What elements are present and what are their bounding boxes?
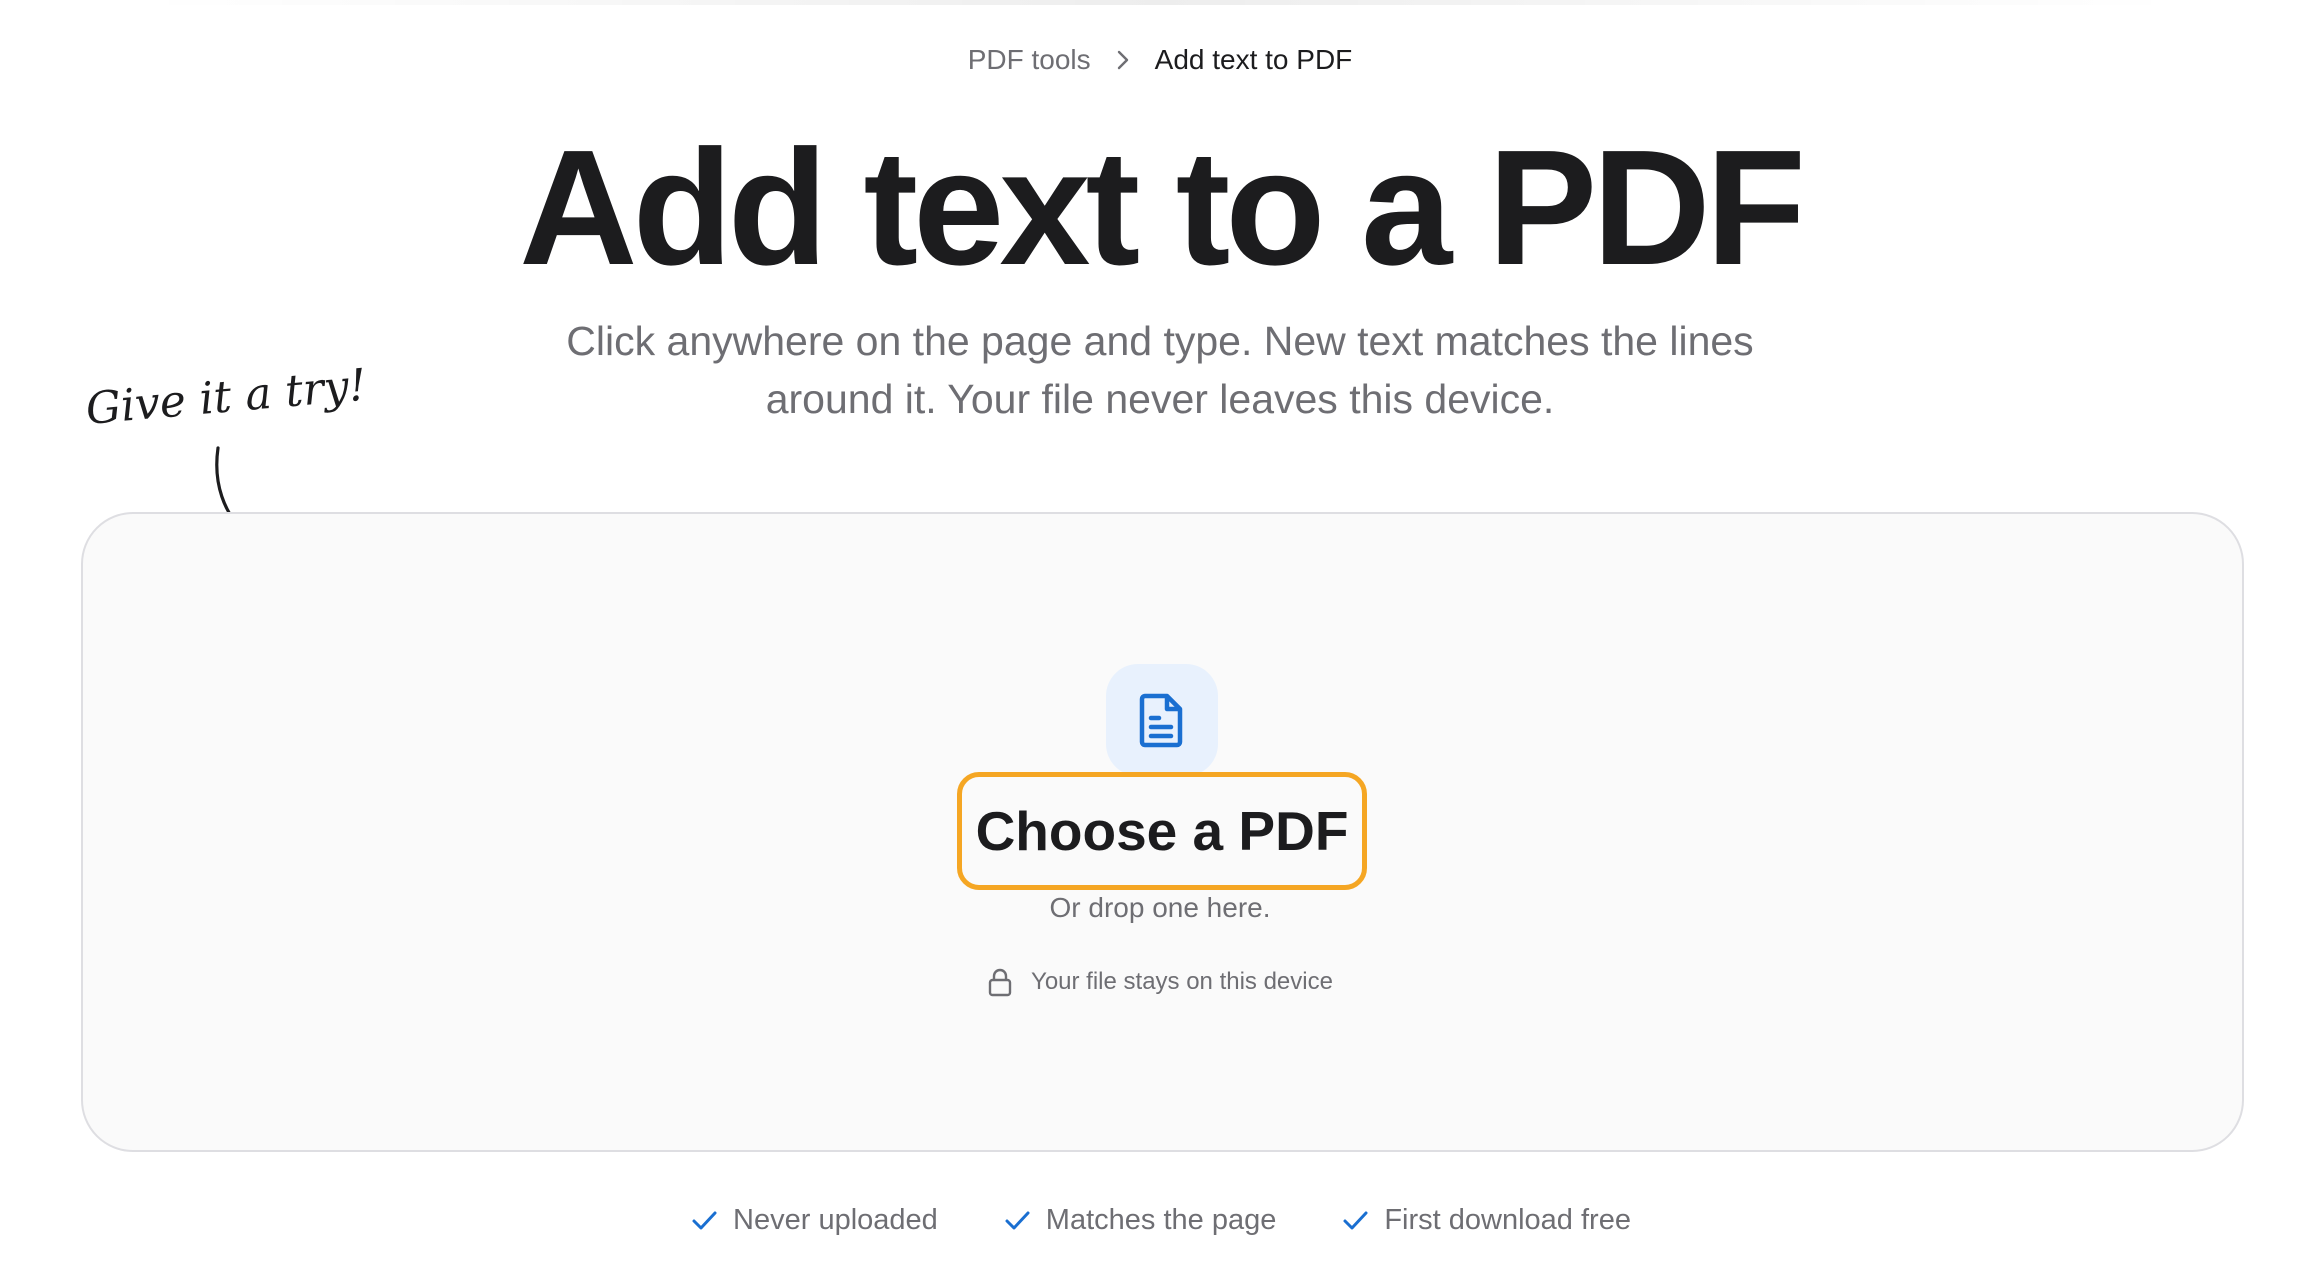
feature-item: Never uploaded xyxy=(689,1200,938,1240)
feature-item: First download free xyxy=(1340,1200,1631,1240)
feature-list: Never uploaded Matches the page First do… xyxy=(0,1200,2320,1240)
check-icon xyxy=(692,1211,717,1230)
check-icon xyxy=(1343,1211,1368,1230)
chevron-right-icon xyxy=(1105,40,1141,80)
drop-hint-text: Or drop one here. xyxy=(1049,892,1271,923)
lock-icon xyxy=(987,964,1017,1000)
privacy-note: Your file stays on this device xyxy=(0,964,2320,1000)
feature-label: Never uploaded xyxy=(733,1204,938,1236)
feature-item: Matches the page xyxy=(1002,1200,1277,1240)
privacy-text: Your file stays on this device xyxy=(1031,968,1333,995)
feature-label: First download free xyxy=(1384,1204,1631,1236)
file-text-icon xyxy=(1139,693,1183,748)
file-badge xyxy=(1106,664,1218,776)
breadcrumb-pdf-tools-link[interactable]: PDF tools xyxy=(968,40,1091,80)
header-divider xyxy=(140,0,2180,5)
breadcrumb-current: Add text to PDF xyxy=(1154,44,1353,75)
breadcrumb: PDF tools Add text to PDF xyxy=(0,40,2320,80)
page: PDF tools Add text to PDF Add text to a … xyxy=(0,0,2320,1288)
page-title: Add text to a PDF xyxy=(519,116,1806,299)
feature-label: Matches the page xyxy=(1045,1204,1277,1236)
choose-pdf-button[interactable]: Choose a PDF xyxy=(957,772,1367,890)
check-icon xyxy=(1005,1211,1030,1230)
